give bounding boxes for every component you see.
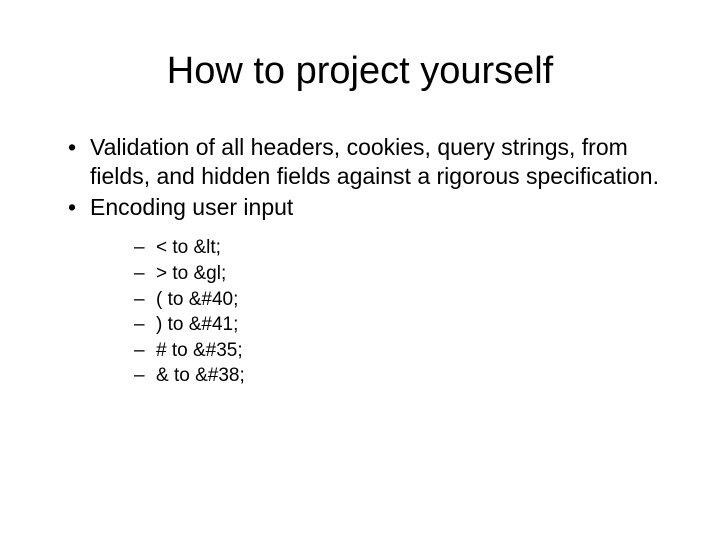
sub-bullet-item: # to &#35; (90, 338, 660, 364)
sub-bullet-item: & to &#38; (90, 363, 660, 389)
slide-title: How to project yourself (60, 50, 660, 93)
slide: How to project yourself Validation of al… (0, 0, 720, 540)
bullet-item: Encoding user input < to &lt; > to &gl; … (60, 193, 660, 390)
sub-bullet-item: < to &lt; (90, 235, 660, 261)
sub-bullet-item: ( to &#40; (90, 287, 660, 313)
sub-bullet-list: < to &lt; > to &gl; ( to &#40; ) to &#41… (90, 235, 660, 389)
bullet-item: Validation of all headers, cookies, quer… (60, 133, 660, 191)
bullet-list: Validation of all headers, cookies, quer… (60, 133, 660, 389)
sub-bullet-item: ) to &#41; (90, 312, 660, 338)
sub-bullet-item: > to &gl; (90, 261, 660, 287)
bullet-text: Encoding user input (90, 194, 293, 220)
